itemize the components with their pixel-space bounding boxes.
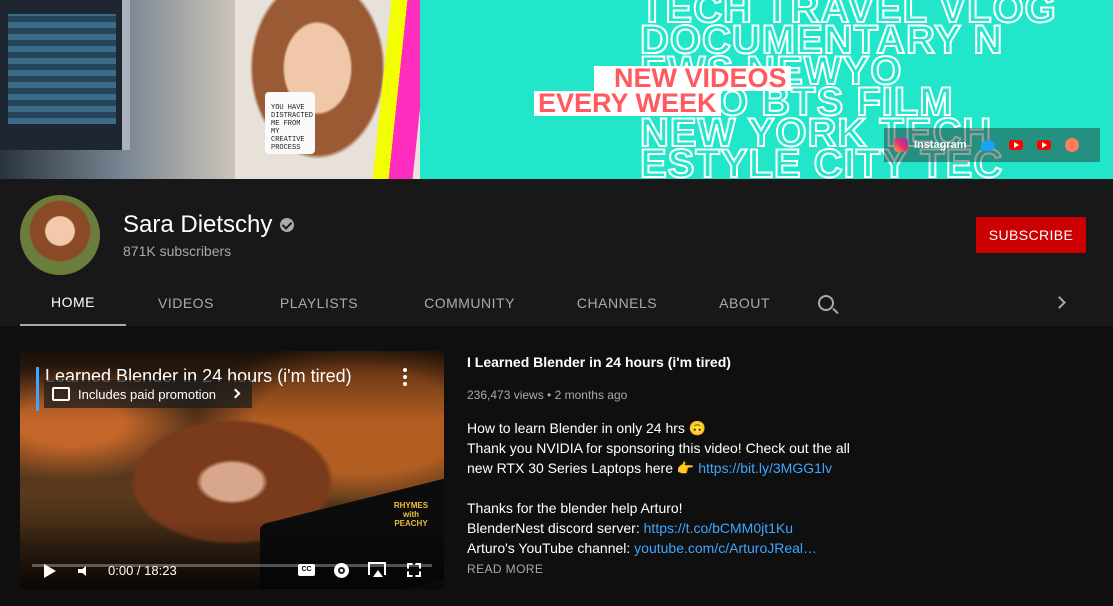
channel-banner: YOU HAVE DISTRACTED ME FROM MY CREATIVE … bbox=[0, 0, 1113, 179]
discord-link[interactable]: https://t.co/bCMM0jt1Ku bbox=[644, 520, 793, 536]
more-options-icon[interactable] bbox=[403, 368, 407, 386]
mug-text: YOU HAVE DISTRACTED ME FROM MY CREATIVE … bbox=[271, 104, 314, 152]
video-meta: 236,473 views • 2 months ago bbox=[467, 388, 628, 402]
channel-tabs: HOME VIDEOS PLAYLISTS COMMUNITY CHANNELS… bbox=[20, 279, 802, 326]
youtube-channel-link[interactable]: youtube.com/c/ArturoJReal… bbox=[634, 540, 817, 556]
paid-promotion-badge[interactable]: Includes paid promotion bbox=[44, 380, 252, 408]
controls-gradient bbox=[20, 519, 444, 589]
read-more-button[interactable]: READ MORE bbox=[467, 562, 887, 576]
chevron-right-icon bbox=[230, 388, 241, 399]
sponsor-link[interactable]: https://bit.ly/3MGG1lv bbox=[698, 460, 832, 476]
tab-videos[interactable]: VIDEOS bbox=[126, 279, 246, 326]
verified-icon bbox=[280, 218, 295, 232]
captions-icon[interactable]: CC bbox=[298, 564, 315, 576]
play-icon[interactable] bbox=[44, 564, 56, 578]
youtube-icon[interactable] bbox=[1008, 140, 1023, 150]
time-display: 0:00 / 18:23 bbox=[108, 563, 177, 578]
monitor-image bbox=[0, 0, 130, 150]
volume-icon[interactable] bbox=[78, 566, 88, 576]
tagline-line-2: EVERY WEEK bbox=[534, 90, 721, 117]
banner-tagline: NEW VIDEOS EVERY WEEK bbox=[534, 65, 791, 117]
video-title[interactable]: I Learned Blender in 24 hours (i'm tired… bbox=[467, 353, 887, 371]
youtube-icon-2[interactable] bbox=[1036, 140, 1051, 150]
home-content: Learned Blender in 24 hours (i'm tired) … bbox=[0, 326, 1113, 606]
description-line: BlenderNest discord server: https://t.co… bbox=[467, 520, 794, 536]
description-line: Arturo's YouTube channel: youtube.com/c/… bbox=[467, 540, 818, 556]
tab-community[interactable]: COMMUNITY bbox=[392, 279, 547, 326]
search-icon[interactable] bbox=[818, 295, 834, 311]
instagram-link[interactable]: Instagram bbox=[894, 138, 967, 152]
mug-image: YOU HAVE DISTRACTED ME FROM MY CREATIVE … bbox=[265, 92, 315, 154]
channel-name: Sara Dietschy bbox=[123, 211, 295, 239]
banner-social-links: Instagram bbox=[884, 128, 1100, 162]
subscribe-button[interactable]: SUBSCRIBE bbox=[976, 217, 1086, 253]
subscriber-count: 871K subscribers bbox=[123, 243, 232, 259]
tab-playlists[interactable]: PLAYLISTS bbox=[246, 279, 392, 326]
channel-header: Sara Dietschy 871K subscribers SUBSCRIBE… bbox=[0, 179, 1113, 326]
video-player[interactable]: Learned Blender in 24 hours (i'm tired) … bbox=[20, 351, 444, 589]
tab-about[interactable]: ABOUT bbox=[687, 279, 802, 326]
video-info: I Learned Blender in 24 hours (i'm tired… bbox=[467, 353, 887, 576]
video-description: How to learn Blender in only 24 hrs 🙃 Th… bbox=[467, 418, 887, 558]
promotion-icon bbox=[52, 387, 70, 401]
airplay-icon[interactable] bbox=[368, 562, 386, 577]
description-line: new RTX 30 Series Laptops here 👉 https:/… bbox=[467, 460, 833, 476]
description-line: Thanks for the blender help Arturo! bbox=[467, 500, 683, 516]
tab-channels[interactable]: CHANNELS bbox=[547, 279, 687, 326]
description-line: Thank you NVIDIA for sponsoring this vid… bbox=[467, 440, 850, 456]
gear-icon[interactable] bbox=[334, 563, 349, 578]
description-line: How to learn Blender in only 24 hrs 🙃 bbox=[467, 420, 707, 436]
twitter-icon[interactable] bbox=[980, 139, 995, 151]
promo-indicator-bar bbox=[36, 367, 39, 411]
peach-icon[interactable] bbox=[1064, 138, 1079, 152]
chevron-right-icon[interactable] bbox=[1053, 296, 1066, 309]
instagram-icon bbox=[894, 138, 908, 152]
tab-home[interactable]: HOME bbox=[20, 279, 126, 326]
avatar[interactable] bbox=[20, 195, 100, 275]
